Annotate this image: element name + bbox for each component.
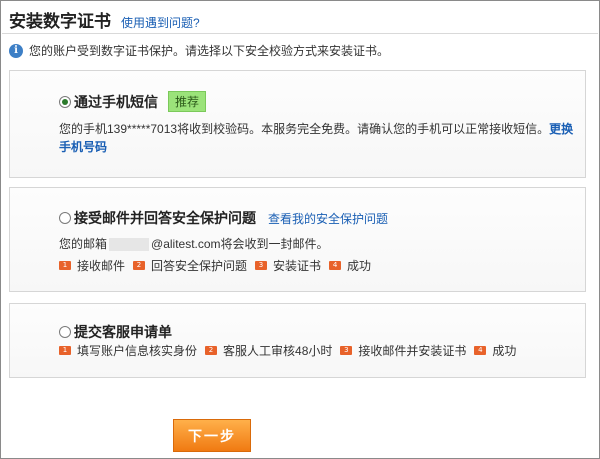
step-number-badge: 2 [205, 346, 218, 355]
step-label: 成功 [492, 344, 517, 358]
masked-email [109, 238, 150, 252]
step-item: 2 客服人工审核48小时 [205, 342, 332, 359]
help-link[interactable]: 使用遇到问题? [121, 14, 200, 31]
header: 安装数字证书 使用遇到问题? [9, 7, 200, 31]
step-item: 4 成功 [474, 342, 516, 359]
sms-desc-text: 您的手机139*****7013将收到校验码。本服务完全免费。请确认您的手机可以… [59, 122, 550, 136]
header-divider [2, 33, 598, 34]
step-number-badge: 1 [59, 346, 71, 355]
radio-email[interactable] [59, 212, 71, 224]
info-icon: i [9, 43, 23, 58]
step-label: 接收邮件 [77, 259, 126, 273]
option-desc-sms: 您的手机139*****7013将收到校验码。本服务完全免费。请确认您的手机可以… [59, 120, 579, 156]
step-label: 回答安全保护问题 [151, 259, 248, 273]
option-title-support[interactable]: 提交客服申请单 [74, 322, 172, 342]
step-item: 3 接收邮件并安装证书 [340, 342, 466, 359]
email-steps: 1 接收邮件 2 回答安全保护问题 3 安装证书 4 成功 [59, 257, 379, 274]
option-header-email: 接受邮件并回答安全保护问题 查看我的安全保护问题 [59, 208, 388, 228]
radio-sms[interactable] [59, 95, 71, 108]
step-label: 填写账户信息核实身份 [77, 344, 198, 358]
step-label: 安装证书 [273, 259, 322, 273]
step-number-badge: 2 [133, 261, 146, 270]
intro-notice: i 您的账户受到数字证书保护。请选择以下安全校验方式来安装证书。 [9, 42, 389, 59]
step-item: 1 填写账户信息核实身份 [59, 342, 197, 359]
step-number-badge: 3 [255, 261, 268, 270]
step-label: 客服人工审核48小时 [223, 344, 333, 358]
support-steps: 1 填写账户信息核实身份 2 客服人工审核48小时 3 接收邮件并安装证书 4 成功 [59, 342, 524, 359]
option-desc-email: 您的邮箱 @alitest.com将会收到一封邮件。 [59, 235, 579, 253]
option-header-sms: 通过手机短信 推荐 [59, 91, 207, 112]
page-title: 安装数字证书 [9, 12, 111, 31]
email-desc-suffix: @alitest.com将会收到一封邮件。 [151, 237, 329, 251]
intro-text: 您的账户受到数字证书保护。请选择以下安全校验方式来安装证书。 [29, 44, 390, 58]
step-item: 4 成功 [329, 257, 371, 274]
email-desc-prefix: 您的邮箱 [59, 237, 108, 251]
option-title-email[interactable]: 接受邮件并回答安全保护问题 [74, 208, 256, 228]
option-card-support: 提交客服申请单 1 填写账户信息核实身份 2 客服人工审核48小时 3 接收邮件并安装… [9, 303, 586, 378]
dialog-frame: 安装数字证书 使用遇到问题? i 您的账户受到数字证书保护。请选择以下安全校验方… [0, 0, 600, 459]
option-header-support: 提交客服申请单 [59, 322, 172, 342]
view-security-questions-link[interactable]: 查看我的安全保护问题 [268, 210, 388, 227]
step-label: 成功 [347, 259, 372, 273]
step-item: 1 接收邮件 [59, 257, 125, 274]
option-card-email: 接受邮件并回答安全保护问题 查看我的安全保护问题 您的邮箱 @alitest.co… [9, 187, 586, 292]
radio-support[interactable] [59, 326, 71, 338]
step-number-badge: 1 [59, 261, 71, 270]
recommend-badge: 推荐 [168, 91, 207, 112]
step-label: 接收邮件并安装证书 [358, 344, 467, 358]
next-step-button[interactable]: 下一步 [173, 419, 251, 452]
step-item: 2 回答安全保护问题 [133, 257, 247, 274]
step-number-badge: 4 [474, 346, 487, 355]
option-title-sms[interactable]: 通过手机短信 [74, 92, 158, 112]
step-item: 3 安装证书 [255, 257, 321, 274]
option-card-sms: 通过手机短信 推荐 您的手机139*****7013将收到校验码。本服务完全免费… [9, 70, 586, 178]
step-number-badge: 4 [329, 261, 342, 270]
step-number-badge: 3 [340, 346, 353, 355]
